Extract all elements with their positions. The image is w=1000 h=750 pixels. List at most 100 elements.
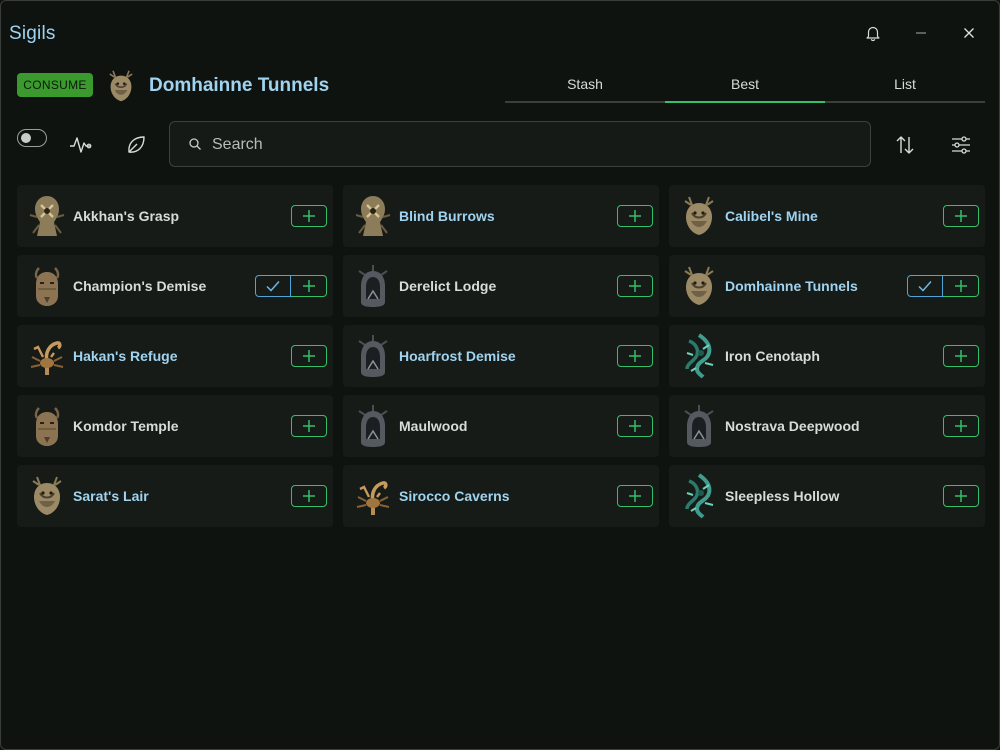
plus-icon <box>954 280 967 292</box>
sigil-actions <box>617 485 653 507</box>
sigil-name: Iron Cenotaph <box>725 348 820 364</box>
sigils-window: Sigils CONSUME Domhainne Tunnels Stash B… <box>0 0 1000 750</box>
vine-sigil-icon <box>679 333 719 379</box>
search-input[interactable] <box>210 130 854 160</box>
sigil-actions <box>617 345 653 367</box>
scorpion-sigil-icon <box>27 333 67 379</box>
add-sigil-button[interactable] <box>943 415 979 437</box>
sigil-card[interactable]: Sarat's Lair <box>17 465 333 527</box>
sigil-actions <box>291 345 327 367</box>
sigil-name: Champion's Demise <box>73 278 207 294</box>
sigil-name: Hakan's Refuge <box>73 348 178 364</box>
app-title: Sigils <box>9 23 56 44</box>
sigil-actions <box>907 275 979 297</box>
consume-button[interactable]: CONSUME <box>17 73 93 97</box>
add-sigil-button[interactable] <box>617 275 653 297</box>
sigil-card[interactable]: Champion's Demise <box>17 255 333 317</box>
hood-sigil-icon <box>679 403 719 449</box>
plus-icon <box>303 210 315 222</box>
tab-list[interactable]: List <box>825 67 985 101</box>
toggle-knob <box>21 133 31 143</box>
plus-icon <box>955 420 967 432</box>
sort-button[interactable] <box>891 131 919 159</box>
tab-bar: Stash Best List <box>505 67 985 103</box>
sigil-card[interactable]: Calibel's Mine <box>669 185 985 247</box>
sigil-name: Akkhan's Grasp <box>73 208 180 224</box>
bone-sigil-icon <box>353 193 393 239</box>
sigil-card[interactable]: Maulwood <box>343 395 659 457</box>
plus-icon <box>955 490 967 502</box>
sigil-name: Derelict Lodge <box>399 278 497 294</box>
checked-button[interactable] <box>907 275 943 297</box>
pulse-button[interactable] <box>67 131 95 159</box>
sigil-actions <box>291 485 327 507</box>
sigil-card[interactable]: Komdor Temple <box>17 395 333 457</box>
sigil-card[interactable]: Hakan's Refuge <box>17 325 333 387</box>
zone-header: CONSUME Domhainne Tunnels Stash Best Lis… <box>1 63 999 107</box>
sort-icon <box>896 136 914 154</box>
sigil-grid: Akkhan's Grasp Blind Burrows Calibel's Min… <box>17 185 985 527</box>
plus-icon <box>629 210 641 222</box>
sigil-actions <box>943 205 979 227</box>
plus-icon <box>629 420 641 432</box>
sigil-card[interactable]: Iron Cenotaph <box>669 325 985 387</box>
close-button[interactable] <box>955 19 983 47</box>
add-sigil-button[interactable] <box>291 275 327 297</box>
add-sigil-button[interactable] <box>291 485 327 507</box>
checked-button[interactable] <box>255 275 291 297</box>
sigil-name: Maulwood <box>399 418 468 434</box>
tab-stash[interactable]: Stash <box>505 67 665 101</box>
sigil-card[interactable]: Sirocco Caverns <box>343 465 659 527</box>
add-sigil-button[interactable] <box>617 205 653 227</box>
filter-sliders-icon <box>952 136 970 154</box>
sigil-card[interactable]: Hoarfrost Demise <box>343 325 659 387</box>
add-sigil-button[interactable] <box>291 415 327 437</box>
stag-sigil-icon <box>105 67 137 105</box>
vine-sigil-icon <box>679 473 719 519</box>
sigil-card[interactable]: Akkhan's Grasp <box>17 185 333 247</box>
plus-icon <box>629 350 641 362</box>
add-sigil-button[interactable] <box>291 345 327 367</box>
sigil-name: Domhainne Tunnels <box>725 278 858 294</box>
sigil-card[interactable]: Blind Burrows <box>343 185 659 247</box>
sigil-card[interactable]: Domhainne Tunnels <box>669 255 985 317</box>
sigil-actions <box>291 205 327 227</box>
search-box[interactable] <box>169 121 871 167</box>
bone-sigil-icon <box>27 193 67 239</box>
mode-toggle[interactable] <box>17 129 47 147</box>
sigil-name: Hoarfrost Demise <box>399 348 516 364</box>
add-sigil-button[interactable] <box>943 275 979 297</box>
filter-button[interactable] <box>947 131 975 159</box>
sigil-name: Sleepless Hollow <box>725 488 840 504</box>
sigil-card[interactable]: Derelict Lodge <box>343 255 659 317</box>
sigil-name: Sirocco Caverns <box>399 488 510 504</box>
add-sigil-button[interactable] <box>617 415 653 437</box>
goat-sigil-icon <box>27 403 67 449</box>
add-sigil-button[interactable] <box>291 205 327 227</box>
sigil-actions <box>943 485 979 507</box>
add-sigil-button[interactable] <box>617 485 653 507</box>
title-bar: Sigils <box>1 1 999 63</box>
plus-icon <box>955 350 967 362</box>
check-icon <box>266 281 280 292</box>
sigil-card[interactable]: Nostrava Deepwood <box>669 395 985 457</box>
add-sigil-button[interactable] <box>617 345 653 367</box>
add-sigil-button[interactable] <box>943 485 979 507</box>
sigil-name: Blind Burrows <box>399 208 495 224</box>
plus-icon <box>303 490 315 502</box>
sigil-card[interactable]: Sleepless Hollow <box>669 465 985 527</box>
close-icon <box>964 28 974 38</box>
sigil-actions <box>255 275 327 297</box>
sigil-actions <box>617 415 653 437</box>
add-sigil-button[interactable] <box>943 345 979 367</box>
minimize-button[interactable] <box>907 19 935 47</box>
goat-sigil-icon <box>27 263 67 309</box>
leaf-button[interactable] <box>122 131 150 159</box>
tab-best[interactable]: Best <box>665 67 825 103</box>
sigil-actions <box>943 345 979 367</box>
stag-sigil-icon <box>679 263 719 309</box>
check-icon <box>918 281 932 292</box>
add-sigil-button[interactable] <box>943 205 979 227</box>
notifications-button[interactable] <box>859 19 887 47</box>
scorpion-sigil-icon <box>353 473 393 519</box>
